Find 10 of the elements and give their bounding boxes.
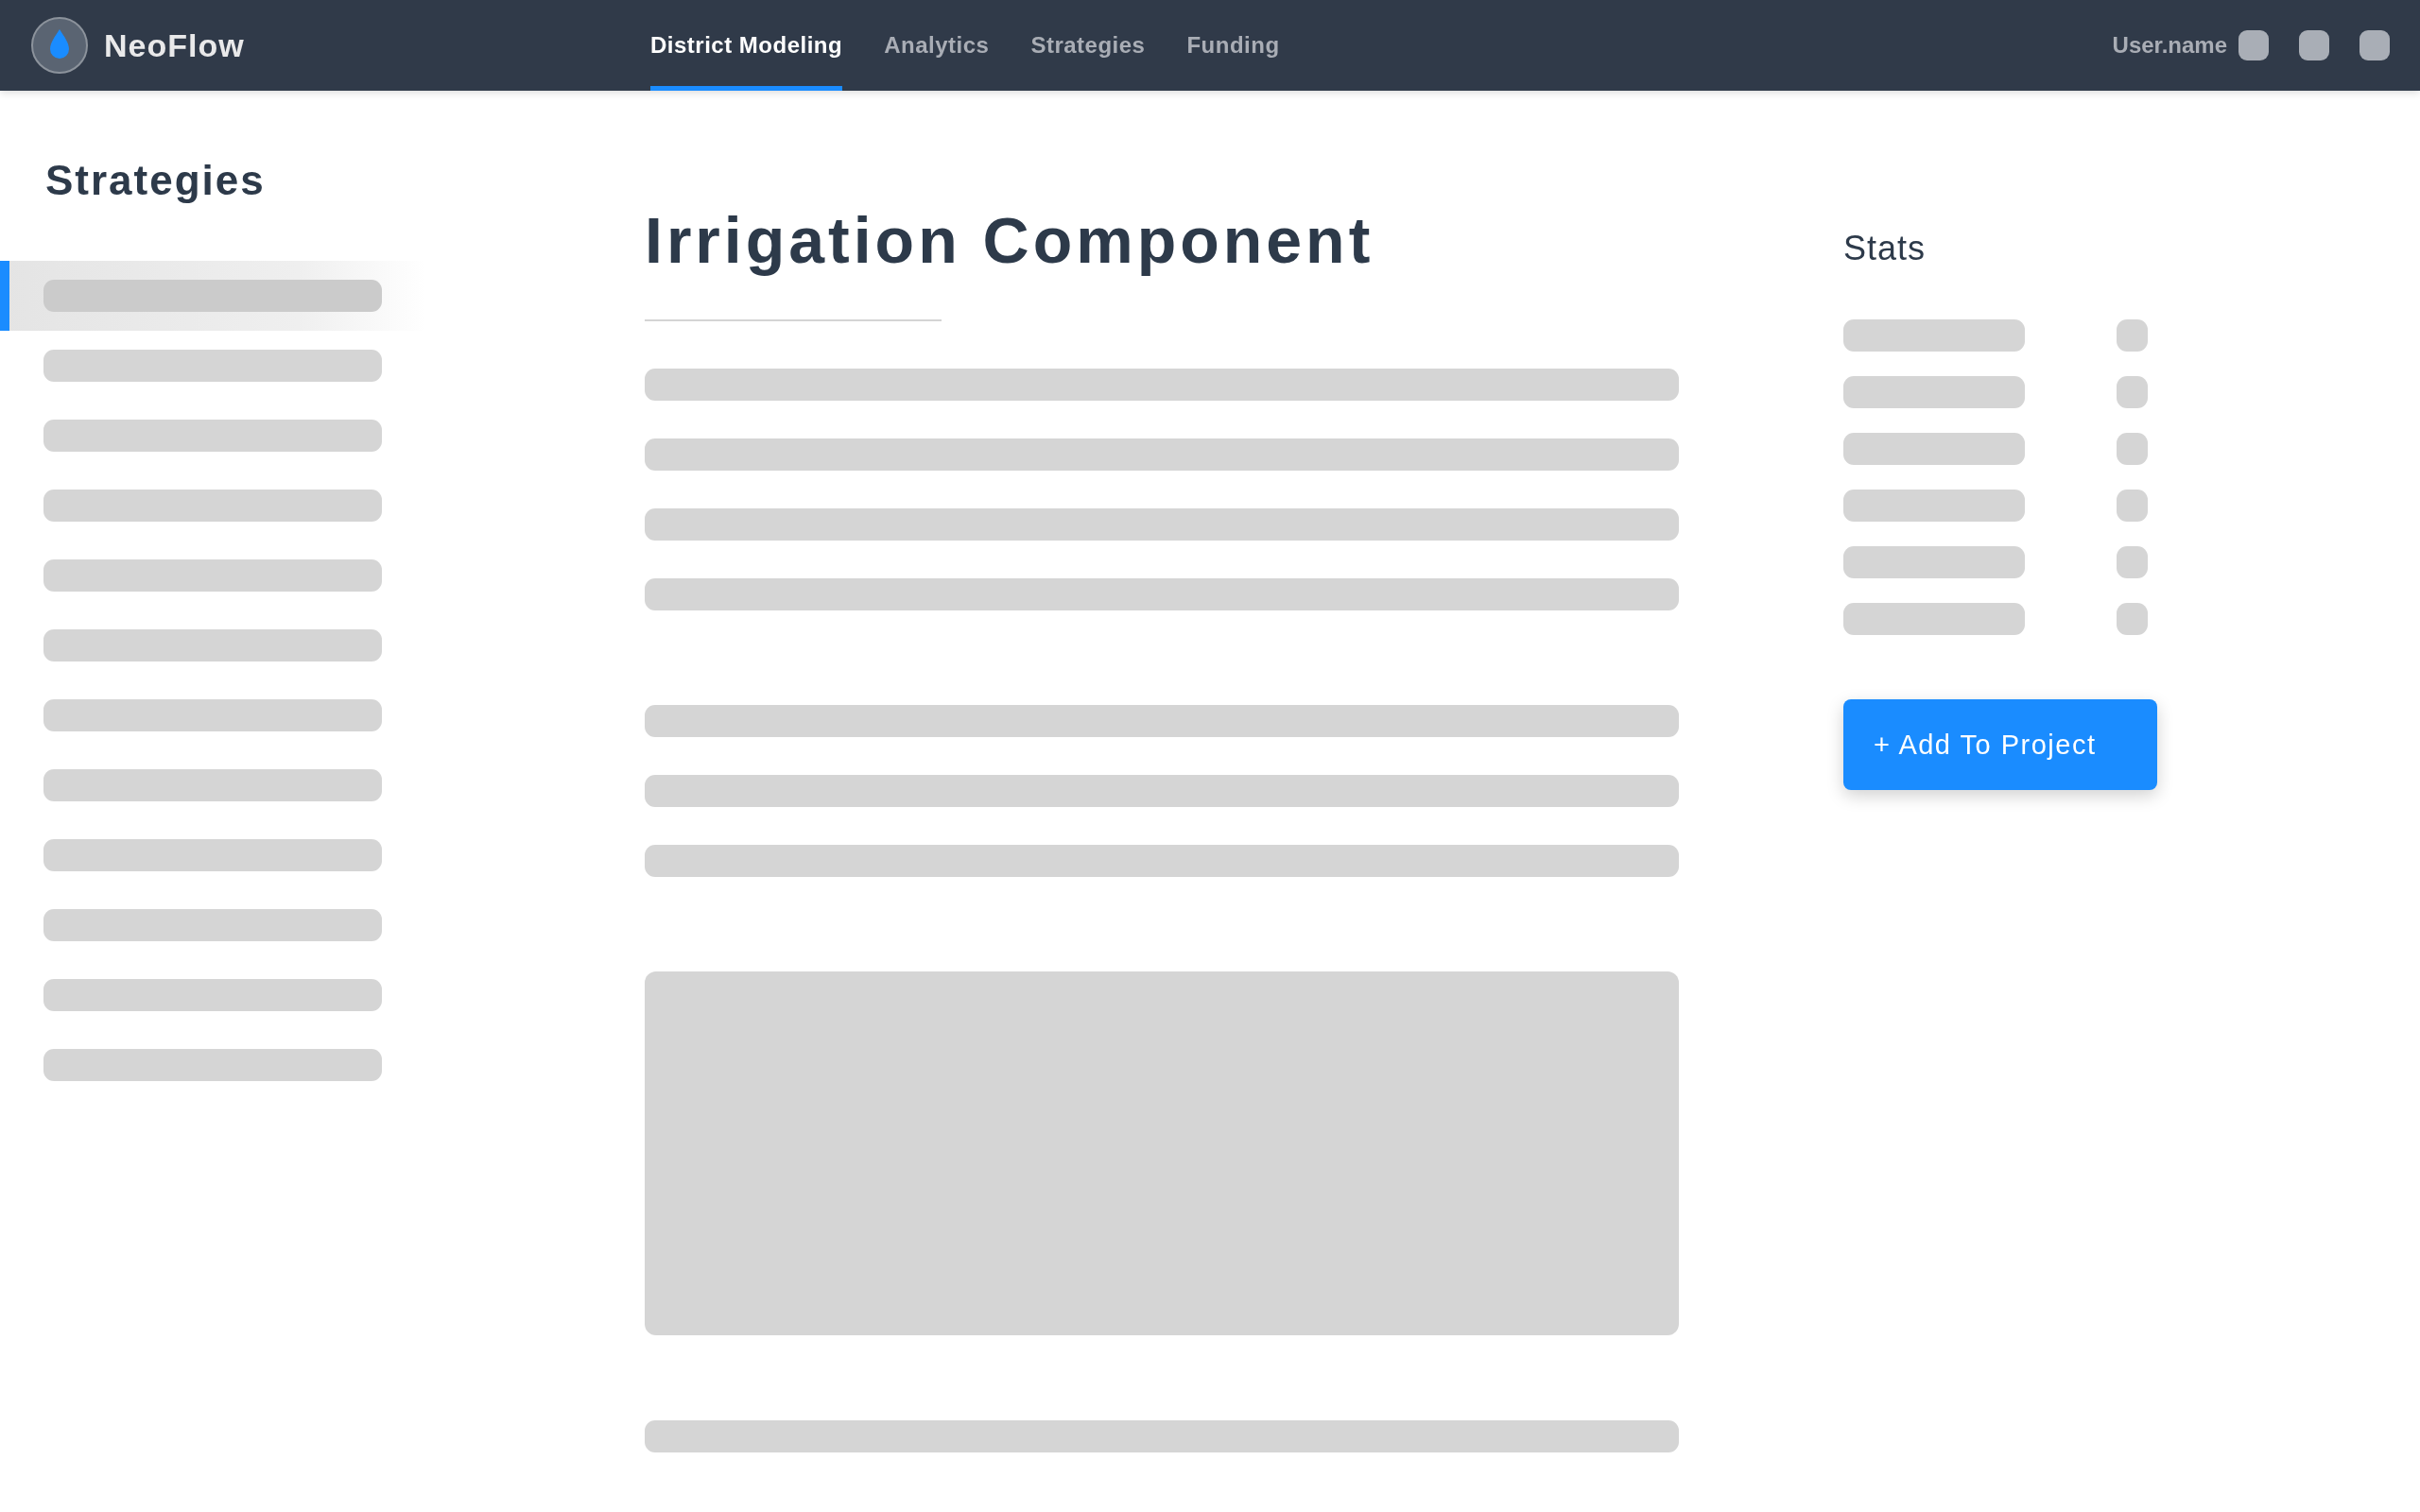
stats-title: Stats	[1843, 229, 1927, 268]
nav-tab[interactable]: District Modeling	[650, 0, 843, 91]
sidebar-title: Strategies	[45, 157, 267, 204]
add-to-project-button[interactable]: + Add To Project	[1843, 699, 2157, 790]
nav-tab[interactable]: Funding	[1186, 0, 1280, 91]
brand-name: NeoFlow	[104, 26, 245, 64]
user-name[interactable]: User.name	[2112, 32, 2227, 59]
nav-tab[interactable]: Strategies	[1030, 0, 1146, 91]
page-title: Irrigation Component	[645, 203, 1375, 278]
nav-tab[interactable]: Analytics	[884, 0, 990, 91]
